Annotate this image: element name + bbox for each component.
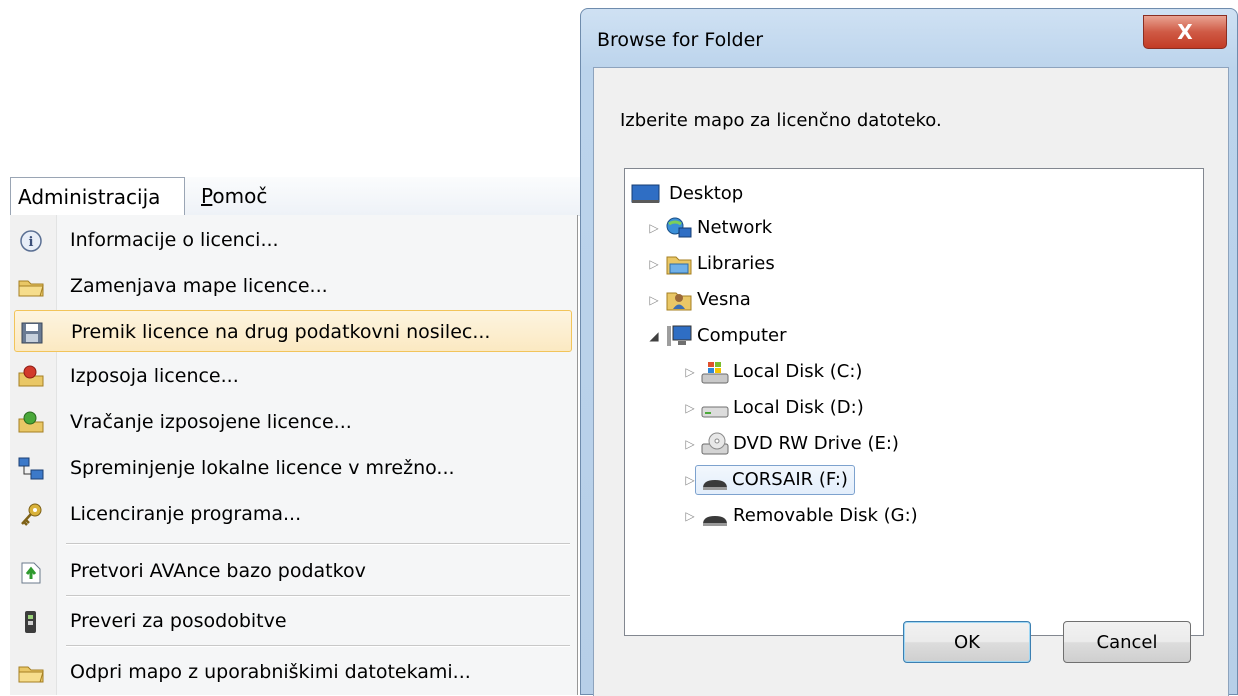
menu-item-label: Izposoja licence... (70, 365, 239, 387)
browse-for-folder-dialog: Browse for Folder X Izberite mapo za lic… (580, 8, 1238, 696)
expand-arrow-icon[interactable]: ▷ (683, 393, 697, 423)
cancel-button[interactable]: Cancel (1063, 621, 1191, 663)
tree-item-label: Libraries (697, 253, 775, 274)
menu-item-label: Spreminjenje lokalne licence v mrežno... (70, 457, 455, 479)
network-icon (665, 216, 693, 240)
menu-separator (66, 543, 570, 545)
expand-arrow-icon[interactable]: ▷ (683, 501, 697, 531)
network-computers-icon (16, 454, 46, 484)
svg-text:i: i (29, 235, 34, 250)
dvd-drive-icon (701, 432, 729, 456)
close-icon: X (1177, 20, 1193, 44)
menu-pomoc[interactable]: Pomoč (193, 177, 275, 215)
menu-item-label: Odpri mapo z uporabniškimi datotekami... (70, 661, 471, 683)
windows-drive-icon (701, 360, 729, 384)
ok-button[interactable]: OK (903, 621, 1031, 663)
menu-item-convert-database[interactable]: Pretvori AVAnce bazo podatkov (10, 550, 570, 592)
expand-arrow-icon[interactable]: ▷ (683, 357, 697, 387)
user-folder-icon (665, 288, 693, 312)
tree-item-label: Local Disk (D:) (733, 397, 864, 418)
menu-item-label: Premik licence na drug podatkovni nosile… (71, 321, 491, 343)
info-icon: i (16, 226, 46, 256)
database-convert-icon (16, 557, 46, 587)
libraries-icon (665, 252, 693, 276)
folder-tree[interactable]: Desktop ▷ Network ▷ Libraries ▷ Vesna ◢ … (624, 168, 1204, 636)
collapse-arrow-icon[interactable]: ◢ (647, 321, 661, 351)
folder-icon (16, 658, 46, 688)
menu-item-label: Preveri za posodobitve (70, 610, 287, 632)
menu-item-label: Zamenjava mape licence... (70, 275, 328, 297)
hard-drive-icon (701, 396, 729, 420)
folder-green-icon (16, 408, 46, 438)
menu-item-borrow-license[interactable]: Izposoja licence... (10, 355, 570, 397)
folder-red-icon (16, 362, 46, 392)
tree-item-label: DVD RW Drive (E:) (733, 433, 899, 454)
key-icon (16, 500, 46, 530)
computer-icon (665, 324, 693, 348)
expand-arrow-icon[interactable]: ▷ (647, 213, 661, 243)
tree-item-label: Network (697, 217, 773, 238)
menu-item-label: Licenciranje programa... (70, 503, 302, 525)
menu-pomoc-rest: omoč (212, 184, 268, 208)
dialog-client-area: Izberite mapo za licenčno datoteko. Desk… (593, 67, 1229, 696)
usb-drive-icon (701, 468, 729, 492)
menu-item-check-updates[interactable]: Preveri za posodobitve (10, 600, 570, 642)
tree-item-label: Local Disk (C:) (733, 361, 863, 382)
menu-item-licensing[interactable]: Licenciranje programa... (10, 493, 570, 535)
floppy-disk-icon (17, 318, 47, 348)
menu-item-label: Vračanje izposojene licence... (70, 411, 352, 433)
tree-item-label: Computer (697, 325, 787, 346)
menu-item-move-license[interactable]: Premik licence na drug podatkovni nosile… (14, 310, 572, 352)
menu-item-license-info[interactable]: i Informacije o licenci... (10, 219, 570, 261)
menu-item-label: Informacije o licenci... (70, 229, 279, 251)
administracija-dropdown: i Informacije o licenci... Zamenjava map… (10, 215, 578, 695)
menu-item-change-license-folder[interactable]: Zamenjava mape licence... (10, 265, 570, 307)
expand-arrow-icon[interactable]: ▷ (683, 429, 697, 459)
menu-administracija[interactable]: Administracija (10, 177, 185, 215)
tree-item-label: Vesna (697, 289, 751, 310)
folder-icon (16, 272, 46, 302)
dialog-prompt: Izberite mapo za licenčno datoteko. (620, 110, 942, 131)
tree-item-label: Desktop (669, 183, 744, 204)
update-icon (16, 607, 46, 637)
menu-separator (66, 645, 570, 647)
menu-item-local-to-network[interactable]: Spreminjenje lokalne licence v mrežno... (10, 447, 570, 489)
desktop-icon (631, 182, 660, 206)
usb-drive-icon (701, 504, 729, 528)
menu-bar: Administracija Pomoč (10, 177, 585, 216)
tree-item-label: Removable Disk (G:) (733, 505, 918, 526)
menu-separator (66, 595, 570, 597)
menu-pomoc-mnemonic: P (201, 184, 213, 208)
close-button[interactable]: X (1143, 15, 1227, 49)
menu-item-return-license[interactable]: Vračanje izposojene licence... (10, 401, 570, 443)
dialog-title: Browse for Folder (597, 29, 764, 51)
expand-arrow-icon[interactable]: ▷ (647, 285, 661, 315)
menu-item-label: Pretvori AVAnce bazo podatkov (70, 560, 366, 582)
expand-arrow-icon[interactable]: ▷ (647, 249, 661, 279)
menu-item-open-user-folder[interactable]: Odpri mapo z uporabniškimi datotekami... (10, 651, 570, 693)
